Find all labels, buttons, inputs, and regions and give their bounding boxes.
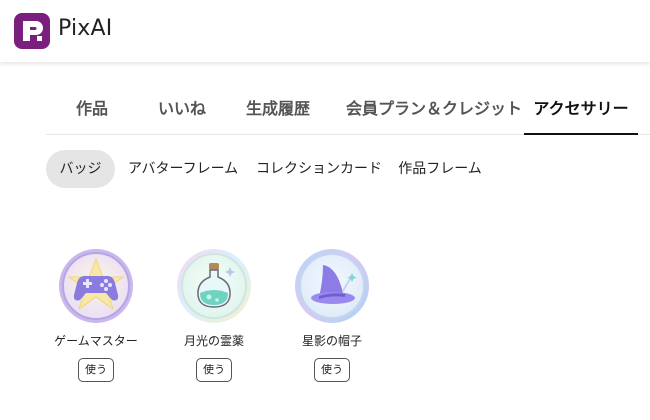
- tab-likes[interactable]: いいね: [156, 88, 208, 133]
- potion-icon[interactable]: [175, 247, 253, 325]
- pixai-logo-icon[interactable]: [14, 13, 50, 49]
- tab-works[interactable]: 作品: [72, 88, 112, 133]
- badge-name-moonlight-elixir: 月光の霊薬: [183, 334, 244, 348]
- chip-avatar-frames[interactable]: アバターフレーム: [128, 150, 238, 188]
- use-badge-moonlight-elixir-button[interactable]: 使う: [196, 358, 232, 382]
- brand-name[interactable]: PixAI: [58, 16, 112, 41]
- use-badge-starshadow-hat-button[interactable]: 使う: [314, 358, 350, 382]
- badge-name-game-master: ゲームマスター: [54, 334, 138, 348]
- tab-accessories[interactable]: アクセサリー: [524, 88, 638, 135]
- tab-generation-history[interactable]: 生成履歴: [242, 88, 314, 133]
- badge-name-starshadow-hat: 星影の帽子: [301, 334, 362, 348]
- chip-collection-cards[interactable]: コレクションカード: [256, 150, 382, 188]
- wizard-hat-icon[interactable]: [293, 247, 371, 325]
- tab-membership-credits[interactable]: 会員プラン＆クレジット: [346, 88, 522, 133]
- app-header: PixAI: [0, 0, 650, 62]
- gamepad-icon[interactable]: [57, 247, 135, 325]
- use-badge-game-master-button[interactable]: 使う: [78, 358, 114, 382]
- chip-badges[interactable]: バッジ: [46, 150, 115, 188]
- profile-tabs: 作品 いいね 生成履歴 会員プラン＆クレジット アクセサリー: [46, 88, 650, 135]
- chip-artwork-frames[interactable]: 作品フレーム: [394, 150, 486, 188]
